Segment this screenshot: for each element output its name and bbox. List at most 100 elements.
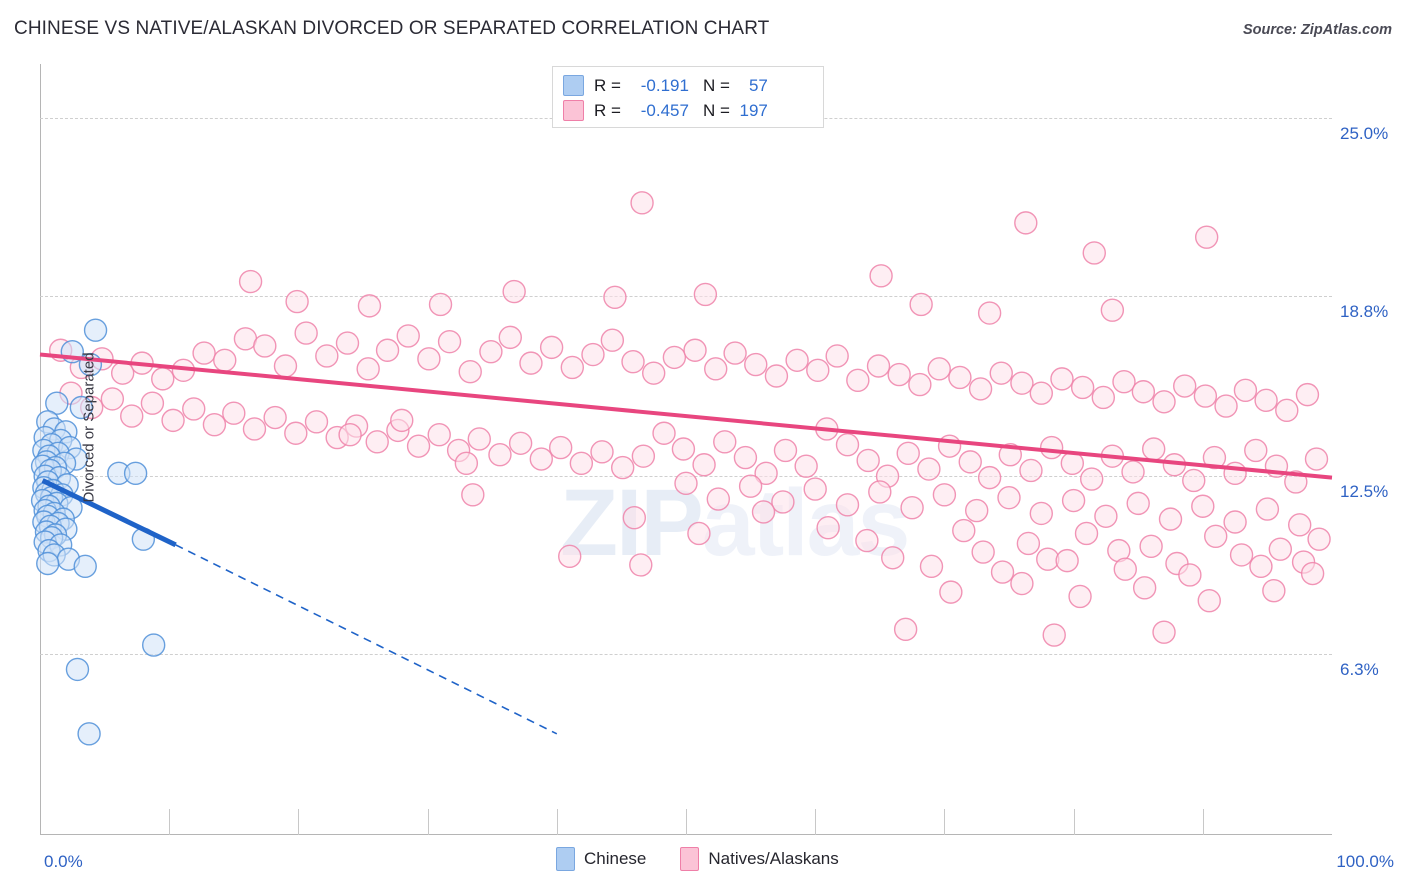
scatter-point xyxy=(674,471,698,496)
scatter-point xyxy=(461,483,485,507)
scatter-point xyxy=(284,421,308,445)
scatter-point xyxy=(1178,563,1202,587)
scatter-point xyxy=(1121,460,1145,484)
scatter-point xyxy=(751,500,776,524)
scatter-point xyxy=(989,361,1013,385)
scatter-point xyxy=(622,505,647,530)
scatter-point xyxy=(631,444,656,468)
scatter-point xyxy=(1262,578,1286,603)
scatter-point xyxy=(687,521,711,546)
scatter-point xyxy=(315,344,339,368)
scatter-point xyxy=(569,451,594,476)
natives-n-value: 197 xyxy=(739,100,768,120)
scatter-point xyxy=(140,391,165,415)
y-tick-label: 12.5% xyxy=(1340,482,1389,502)
scatter-point xyxy=(335,331,360,355)
scatter-point xyxy=(816,516,840,540)
scatter-point xyxy=(706,487,730,511)
scatter-point xyxy=(1229,543,1254,567)
scatter-point xyxy=(642,361,666,385)
scatter-point xyxy=(529,447,553,471)
scatter-point xyxy=(1300,561,1325,586)
correlation-stats-box: R = -0.191 N = 57 R = -0.457 N = 197 xyxy=(552,66,824,128)
scatter-point xyxy=(937,434,962,458)
scatter-point xyxy=(1295,382,1320,407)
scatter-point xyxy=(1268,537,1293,561)
scatter-point xyxy=(1139,534,1163,559)
scatter-point xyxy=(242,417,267,441)
scatter-point xyxy=(927,357,951,381)
scatter-point xyxy=(1307,527,1331,551)
scatter-point xyxy=(1233,378,1258,403)
scatter-point xyxy=(65,657,90,682)
plot-area: ZIPatlas Divorced or Separated 25.0%18.8… xyxy=(30,64,1388,835)
scatter-point xyxy=(1029,381,1053,405)
x-axis-min-label: 0.0% xyxy=(44,852,83,871)
scatter-point xyxy=(948,365,972,390)
scatter-point xyxy=(919,554,944,579)
scatter-point xyxy=(1197,589,1221,613)
scatter-point xyxy=(458,360,482,384)
scatter-point xyxy=(1255,497,1280,521)
source-attribution: Source: ZipAtlas.com xyxy=(1242,22,1392,38)
scatter-point xyxy=(498,325,522,350)
scatter-point xyxy=(630,191,654,215)
scatter-point xyxy=(1132,576,1157,600)
scatter-point xyxy=(1182,468,1206,493)
legend-item-natives[interactable]: Natives/Alaskans xyxy=(680,847,839,871)
scatter-point xyxy=(671,437,696,461)
scatter-point xyxy=(467,427,491,451)
scatter-point xyxy=(1029,501,1053,526)
scatter-point xyxy=(558,544,582,569)
scatter-point xyxy=(869,264,893,288)
legend-natives-swatch-icon xyxy=(680,847,700,871)
scatter-point xyxy=(1019,458,1043,483)
scatter-point xyxy=(263,405,287,430)
scatter-point xyxy=(1082,241,1106,265)
page-title: CHINESE VS NATIVE/ALASKAN DIVORCED OR SE… xyxy=(14,18,770,39)
scatter-point xyxy=(1223,510,1247,534)
scatter-point xyxy=(1152,620,1176,644)
chinese-trend-line-extrapolated xyxy=(175,544,558,735)
scatter-point xyxy=(600,328,625,352)
scatter-point xyxy=(744,352,768,377)
scatter-point xyxy=(1010,571,1034,596)
chinese-n-value: 57 xyxy=(748,75,768,95)
scatter-point xyxy=(977,465,1002,490)
scatter-point xyxy=(417,347,441,371)
scatter-point xyxy=(1131,380,1156,404)
scatter-point xyxy=(77,722,101,746)
scatter-point xyxy=(1223,461,1247,486)
scatter-point xyxy=(917,457,941,481)
scatter-points-layer xyxy=(30,191,1333,746)
scatter-point xyxy=(971,540,995,564)
scatter-point xyxy=(1244,438,1268,463)
legend-natives-label: Natives/Alaskans xyxy=(708,849,839,868)
natives-r-key: R = xyxy=(594,100,621,120)
scatter-point xyxy=(1249,554,1273,579)
scatter-point xyxy=(738,474,763,498)
y-tick-label: 25.0% xyxy=(1340,124,1389,144)
scatter-point xyxy=(141,633,166,657)
scatter-point xyxy=(652,421,676,445)
scatter-point xyxy=(610,455,635,480)
scatter-point xyxy=(1050,367,1074,391)
scatter-point xyxy=(357,294,382,318)
legend-item-chinese[interactable]: Chinese xyxy=(556,847,646,871)
natives-n-key: N = xyxy=(702,100,730,120)
scatter-point xyxy=(932,483,957,507)
series-legend: Chinese Natives/Alaskans xyxy=(556,846,873,872)
scatter-point xyxy=(1014,211,1038,235)
scatter-point xyxy=(1010,371,1034,395)
scatter-point xyxy=(965,498,989,523)
x-axis-max-label: 100.0% xyxy=(1336,852,1394,871)
scatter-point xyxy=(1039,435,1064,460)
scatter-point xyxy=(73,554,97,579)
scatter-point xyxy=(36,551,60,576)
scatter-point xyxy=(1191,494,1215,518)
scatter-point xyxy=(238,269,263,294)
scatter-point xyxy=(1214,394,1238,418)
scatter-point xyxy=(939,580,963,604)
y-tick-label: 18.8% xyxy=(1340,301,1389,321)
y-tick-label: 6.3% xyxy=(1340,659,1379,679)
